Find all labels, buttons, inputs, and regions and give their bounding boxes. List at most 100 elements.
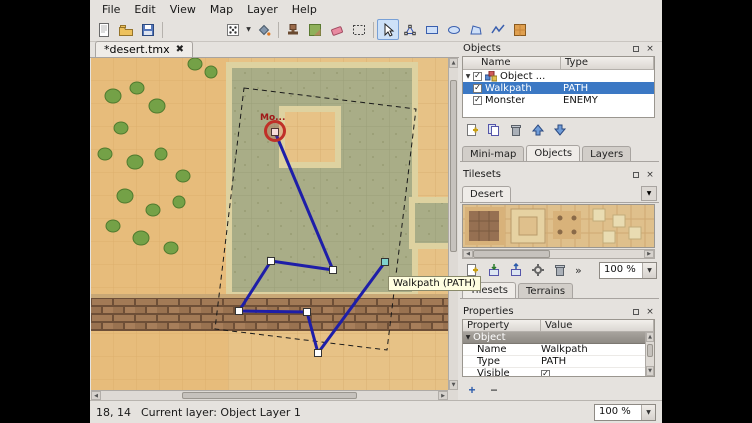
open-file-button[interactable] [115, 19, 137, 40]
raise-object-button[interactable] [528, 121, 548, 139]
insert-polyline-button[interactable] [487, 19, 509, 40]
scroll-right-icon[interactable]: ▶ [644, 250, 654, 258]
tab-objects[interactable]: Objects [526, 145, 580, 161]
remove-property-button[interactable]: − [484, 381, 504, 399]
insert-tile-button[interactable] [509, 19, 531, 40]
map-canvas[interactable]: Mo... [91, 58, 448, 390]
export-tileset-button[interactable] [506, 261, 526, 279]
rectangular-select-button[interactable] [348, 19, 370, 40]
vertex-handle[interactable] [330, 267, 337, 274]
scroll-left-icon[interactable]: ◀ [91, 391, 101, 400]
scroll-track[interactable] [449, 68, 458, 380]
property-row-name[interactable]: Name Walkpath [463, 344, 654, 356]
property-row-type[interactable]: Type PATH [463, 356, 654, 368]
property-group-row[interactable]: ▼ Object [463, 332, 654, 344]
properties-scrollbar[interactable]: ▲ ▼ [645, 332, 654, 376]
close-dock-icon[interactable]: × [644, 169, 656, 180]
tab-tileset-desert[interactable]: Desert [462, 186, 511, 202]
checkbox-checked[interactable]: ✓ [473, 84, 482, 93]
remove-tileset-button[interactable] [550, 261, 570, 279]
property-value[interactable]: Walkpath [541, 344, 654, 355]
delete-object-button[interactable] [506, 121, 526, 139]
scroll-thumb[interactable] [647, 344, 653, 357]
brush-dropdown-icon[interactable]: ▼ [244, 26, 253, 33]
float-dock-button[interactable] [630, 43, 642, 54]
float-dock-button[interactable] [630, 306, 642, 317]
checkbox-checked[interactable]: ✓ [473, 96, 482, 105]
new-map-button[interactable] [93, 19, 115, 40]
import-tileset-button[interactable] [484, 261, 504, 279]
close-dock-icon[interactable]: × [644, 306, 656, 317]
tileset-scrollbar[interactable]: ◀ ▶ [462, 249, 655, 259]
object-row-monster[interactable]: ✓ Monster ENEMY [463, 94, 654, 106]
float-dock-button[interactable] [630, 169, 642, 180]
property-value-checkbox[interactable]: ✓ [541, 368, 654, 377]
map-zoom-combobox[interactable]: 100 % ▼ [594, 404, 656, 421]
close-tab-icon[interactable]: ✖ [176, 44, 184, 55]
menu-edit[interactable]: Edit [127, 2, 162, 17]
checkbox-checked[interactable]: ✓ [541, 370, 550, 378]
menu-layer[interactable]: Layer [240, 2, 285, 17]
column-type[interactable]: Type [561, 57, 654, 70]
tileset-zoom-combobox[interactable]: 100 % ▼ [599, 262, 657, 279]
scroll-track[interactable] [473, 250, 644, 258]
add-object-layer-button[interactable] [462, 121, 482, 139]
lower-object-button[interactable] [550, 121, 570, 139]
scroll-up-icon[interactable]: ▲ [646, 332, 654, 342]
checkbox-checked[interactable]: ✓ [473, 72, 482, 81]
column-value[interactable]: Value [541, 320, 654, 332]
scroll-thumb[interactable] [450, 80, 457, 252]
scroll-track[interactable] [101, 391, 438, 400]
map-horizontal-scrollbar[interactable]: ◀ ▶ [91, 390, 448, 400]
close-dock-icon[interactable]: × [644, 43, 656, 54]
expander-icon[interactable]: ▼ [463, 334, 473, 341]
property-value[interactable]: PATH [541, 356, 654, 367]
duplicate-object-button[interactable] [484, 121, 504, 139]
tileset-menu-dropdown-icon[interactable]: ▼ [641, 186, 657, 201]
vertex-handle[interactable] [315, 350, 322, 357]
menu-help[interactable]: Help [285, 2, 324, 17]
dropdown-icon[interactable]: ▼ [642, 263, 656, 278]
tileset-preview[interactable] [462, 204, 655, 248]
scroll-left-icon[interactable]: ◀ [463, 250, 473, 258]
map-vertical-scrollbar[interactable]: ▲ ▼ [448, 58, 458, 390]
menu-file[interactable]: File [95, 2, 127, 17]
vertex-handle[interactable] [268, 258, 275, 265]
monster-marker[interactable] [266, 122, 285, 141]
insert-ellipse-button[interactable] [443, 19, 465, 40]
tab-layers[interactable]: Layers [582, 146, 631, 161]
tab-desert-tmx[interactable]: *desert.tmx ✖ [95, 41, 193, 57]
eraser-button[interactable] [326, 19, 348, 40]
expander-icon[interactable]: ▼ [463, 73, 473, 80]
tileset-properties-button[interactable] [528, 261, 548, 279]
insert-rectangle-button[interactable] [421, 19, 443, 40]
tab-mini-map[interactable]: Mini-map [462, 146, 524, 161]
scroll-up-icon[interactable]: ▲ [449, 58, 458, 68]
add-property-button[interactable]: + [462, 381, 482, 399]
menu-view[interactable]: View [163, 2, 203, 17]
save-file-button[interactable] [137, 19, 159, 40]
scroll-down-icon[interactable]: ▼ [449, 380, 458, 390]
scroll-thumb[interactable] [182, 392, 357, 399]
tab-terrains[interactable]: Terrains [518, 283, 573, 298]
terrain-brush-button[interactable] [304, 19, 326, 40]
bucket-fill-button[interactable] [253, 19, 275, 40]
column-property[interactable]: Property [463, 320, 541, 332]
insert-polygon-button[interactable] [465, 19, 487, 40]
stamp-brush-button[interactable] [282, 19, 304, 40]
vertex-handle-selected[interactable] [382, 259, 389, 266]
edit-polygons-button[interactable] [399, 19, 421, 40]
toolbar-overflow-icon[interactable]: » [572, 264, 585, 277]
column-name[interactable]: Name [463, 57, 561, 70]
vertex-handle[interactable] [236, 308, 243, 315]
object-group-row[interactable]: ▼ ✓ Object ... [463, 70, 654, 82]
menu-map[interactable]: Map [203, 2, 240, 17]
select-objects-button[interactable] [377, 19, 399, 40]
property-row-visible[interactable]: Visible ✓ [463, 368, 654, 377]
vertex-handle[interactable] [304, 309, 311, 316]
scroll-thumb[interactable] [473, 250, 550, 258]
object-row-walkpath[interactable]: ✓ Walkpath PATH [463, 82, 654, 94]
scroll-track[interactable] [646, 342, 654, 366]
scroll-down-icon[interactable]: ▼ [646, 366, 654, 376]
scroll-right-icon[interactable]: ▶ [438, 391, 448, 400]
